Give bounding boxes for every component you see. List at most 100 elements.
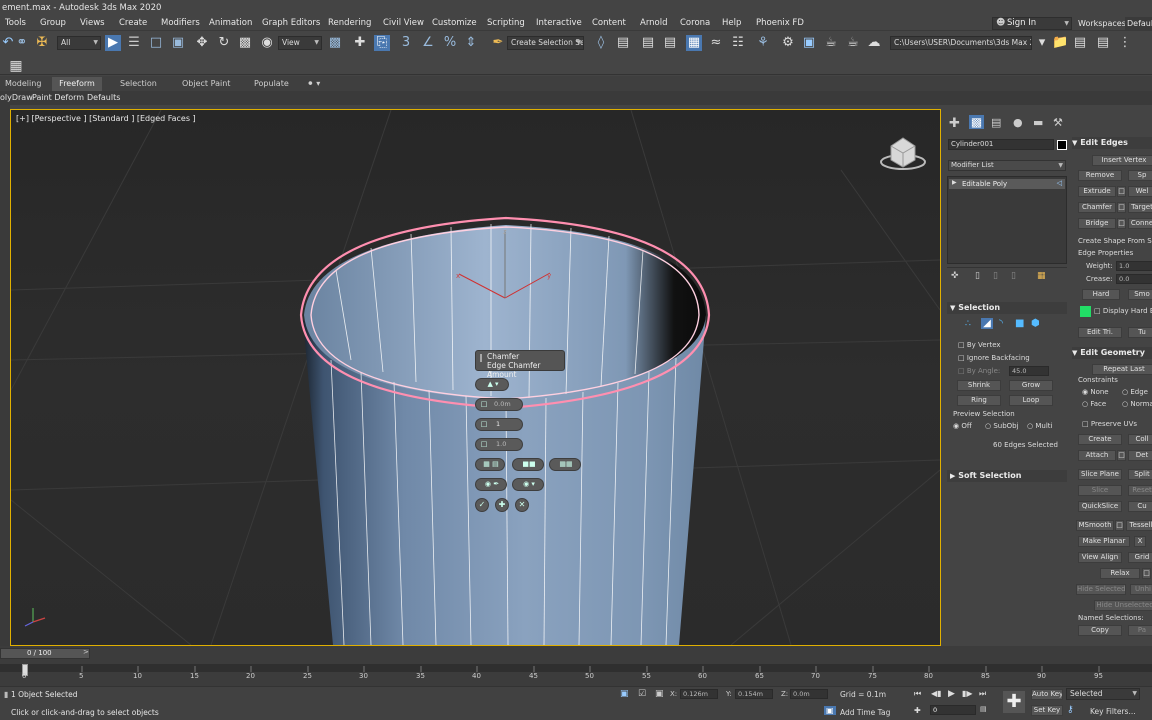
tab-selection[interactable]: Selection: [115, 77, 162, 91]
tab-object-paint[interactable]: Object Paint: [177, 77, 235, 91]
perspective-viewport[interactable]: z x y [+] [Perspective ] [Standard ] [Ed…: [10, 109, 941, 646]
tab-populate[interactable]: Populate: [249, 77, 294, 91]
go-to-end-icon[interactable]: ⏭: [979, 689, 986, 699]
repeat-last-button[interactable]: Repeat Last: [1092, 364, 1152, 375]
edit-geometry-rollout-header[interactable]: ▼ Edit Geometry: [1072, 347, 1152, 359]
toolbar-more-icon[interactable]: ⋮: [1117, 35, 1133, 51]
named-selection-set-select[interactable]: Create Selection Se ▼: [507, 36, 584, 50]
chamfer-amount-spinner[interactable]: □ 0.0m: [475, 398, 523, 411]
play-icon[interactable]: ▶: [948, 689, 955, 699]
chamfer-smooth-control[interactable]: ▦▦: [549, 458, 581, 471]
modify-tab-icon[interactable]: ▩: [969, 115, 984, 129]
x-coord-field[interactable]: 0.126m: [680, 689, 718, 699]
slice-plane-button[interactable]: Slice Plane: [1078, 469, 1122, 480]
menu-arnold[interactable]: Arnold: [640, 17, 668, 30]
set-key-mode-button[interactable]: Set Key: [1031, 705, 1063, 716]
lock-selection-icon[interactable]: ☑: [638, 689, 646, 699]
link-icon[interactable]: ⚭: [14, 35, 30, 51]
edge-mode-icon[interactable]: ◢: [981, 318, 993, 329]
time-config-icon[interactable]: ▤: [980, 705, 987, 713]
constraint-face-radio[interactable]: ○ Face: [1082, 400, 1106, 408]
relax-button[interactable]: Relax: [1100, 568, 1140, 579]
tab-freeform[interactable]: Freeform: [52, 77, 102, 91]
utilities-tab-icon[interactable]: ⚒: [1053, 116, 1063, 129]
add-time-tag-button[interactable]: Add Time Tag: [840, 708, 890, 717]
chamfer-segments-spinner[interactable]: □ 1: [475, 418, 523, 431]
constraint-none-radio[interactable]: ◉ None: [1082, 388, 1109, 396]
selection-filter-select[interactable]: All ▼: [57, 36, 101, 50]
mirror-icon[interactable]: ◊: [593, 35, 609, 51]
z-coord-field[interactable]: 0.0m: [790, 689, 828, 699]
menu-interactive[interactable]: Interactive: [536, 17, 582, 30]
keyboard-shortcut-override-icon[interactable]: ⎘: [374, 35, 390, 51]
crease-spinner[interactable]: 0.0: [1116, 274, 1152, 284]
turn-button[interactable]: Tu: [1128, 327, 1152, 338]
preview-multi-radio[interactable]: ○ Multi: [1027, 422, 1052, 430]
key-filters-button[interactable]: Key Filters...: [1090, 707, 1136, 716]
ring-button[interactable]: Ring: [957, 395, 1001, 406]
menu-animation[interactable]: Animation: [209, 17, 252, 30]
preserve-uvs-checkbox[interactable]: □ Preserve UVs: [1082, 420, 1137, 428]
extrude-settings-button[interactable]: □: [1117, 186, 1126, 197]
workspaces-select[interactable]: Default: [1125, 17, 1152, 30]
msmooth-settings-button[interactable]: □: [1115, 520, 1124, 531]
by-angle-spinner[interactable]: 45.0: [1009, 366, 1049, 376]
menu-views[interactable]: Views: [80, 17, 105, 30]
chamfer-tension-spinner[interactable]: □ 1.0: [475, 438, 523, 451]
insert-vertex-button[interactable]: Insert Vertex: [1092, 155, 1152, 166]
absolute-mode-icon[interactable]: ▣: [655, 689, 664, 699]
time-slider[interactable]: 0 / 100: [0, 648, 90, 659]
border-mode-icon[interactable]: ◝: [999, 318, 1003, 329]
stack-item-editable-poly[interactable]: ▶ Editable Poly ◁: [949, 179, 1065, 189]
schematic-view-icon[interactable]: ☷: [730, 35, 746, 51]
tab-modeling[interactable]: Modeling: [0, 77, 46, 91]
constraint-normal-radio[interactable]: ○ Norma: [1122, 400, 1152, 408]
menu-tools[interactable]: Tools: [5, 17, 26, 30]
rotate-icon[interactable]: ↻: [216, 35, 232, 51]
make-unique-icon[interactable]: ▯: [993, 271, 998, 281]
next-frame-icon[interactable]: ▮▶: [962, 689, 973, 698]
current-frame-field[interactable]: 0: [930, 705, 976, 715]
auto-key-button[interactable]: Auto Key: [1031, 689, 1063, 700]
menu-content[interactable]: Content: [592, 17, 626, 30]
ribbon-options-icon[interactable]: ⚫ ▾: [302, 77, 325, 91]
paste-button[interactable]: Pa: [1128, 625, 1152, 636]
project-path-field[interactable]: C:\Users\USER\Documents\3ds Max 2020: [890, 36, 1032, 50]
select-object-icon[interactable]: ▶: [105, 35, 121, 51]
vertex-mode-icon[interactable]: ∴: [965, 319, 971, 329]
spinner-snap-icon[interactable]: ⇕: [463, 35, 479, 51]
project-folder-icon[interactable]: 📁: [1052, 35, 1068, 51]
split-checkbox[interactable]: Split: [1128, 469, 1152, 480]
curve-editor-icon[interactable]: ≈: [708, 35, 724, 51]
hard-button[interactable]: Hard: [1082, 289, 1120, 300]
unhide-all-button[interactable]: Unhi: [1130, 584, 1152, 595]
bridge-button[interactable]: Bridge: [1078, 218, 1116, 229]
chamfer-open-control[interactable]: ■■: [512, 458, 544, 471]
render-production-icon[interactable]: ☕: [823, 35, 839, 51]
attach-list-button[interactable]: □: [1117, 450, 1126, 461]
detach-button[interactable]: Det: [1128, 450, 1152, 461]
render-a360-icon[interactable]: ☁: [866, 35, 882, 51]
display-tab-icon[interactable]: ▬: [1033, 116, 1043, 129]
y-coord-field[interactable]: 0.154m: [735, 689, 773, 699]
msmooth-button[interactable]: MSmooth: [1076, 520, 1114, 531]
placement-icon[interactable]: ◉: [259, 35, 275, 51]
rendered-frame-window-icon[interactable]: ▣: [801, 35, 817, 51]
make-planar-button[interactable]: Make Planar: [1078, 536, 1130, 547]
isolate-selection-icon[interactable]: ▣: [620, 689, 629, 699]
move-icon[interactable]: ✥: [194, 35, 210, 51]
menu-corona[interactable]: Corona: [680, 17, 710, 30]
slice-button[interactable]: Slice: [1078, 485, 1122, 496]
menu-rendering[interactable]: Rendering: [328, 17, 371, 30]
caddy-grip-icon[interactable]: ‖: [479, 353, 483, 362]
time-tag-icon[interactable]: ▣: [824, 706, 836, 715]
polygon-mode-icon[interactable]: ■: [1015, 318, 1024, 329]
preview-off-radio[interactable]: ◉ Off: [953, 422, 972, 430]
smooth-button[interactable]: Smo: [1128, 289, 1152, 300]
set-project-icon[interactable]: ▤: [1072, 35, 1088, 51]
copy-button[interactable]: Copy: [1078, 625, 1122, 636]
grow-button[interactable]: Grow: [1009, 380, 1053, 391]
remove-modifier-icon[interactable]: ▯: [1011, 271, 1016, 281]
menu-graph-editors[interactable]: Graph Editors: [262, 17, 320, 30]
hierarchy-tab-icon[interactable]: ▤: [991, 116, 1001, 129]
